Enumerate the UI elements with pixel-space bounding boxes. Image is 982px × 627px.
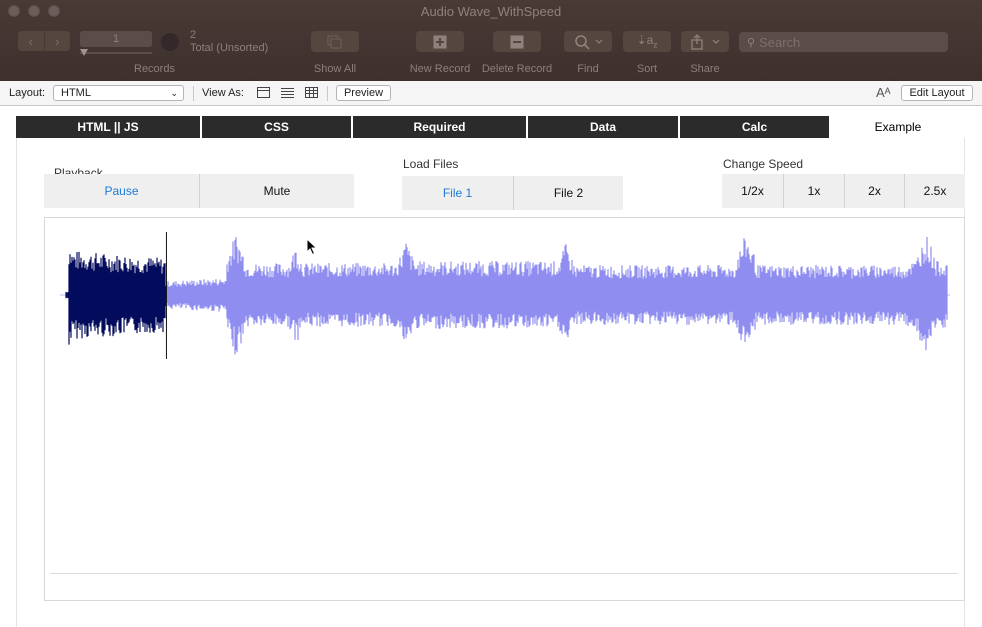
tab-data[interactable]: Data (528, 116, 680, 138)
record-slider-track[interactable] (80, 52, 152, 54)
search-icon: ⚲ (747, 36, 756, 49)
mute-button[interactable]: Mute (200, 174, 354, 208)
divider (50, 573, 958, 574)
show-all-label: Show All (313, 63, 357, 75)
load-files-controls: File 1 File 2 (402, 176, 623, 210)
find-button[interactable] (564, 31, 612, 52)
layout-bar: Layout: HTML ⌄ View As: Preview Aᴬ Edit … (0, 81, 982, 106)
speed-half-button[interactable]: 1/2x (722, 174, 784, 208)
minus-square-icon (510, 35, 524, 48)
window-toolbar: Audio Wave_WithSpeed ‹ › 1 2 Total (Unso… (0, 0, 982, 81)
waveform-unplayed-region (166, 237, 948, 355)
change-speed-controls: 1/2x 1x 2x 2.5x (722, 174, 965, 208)
record-slider-knob[interactable] (80, 49, 88, 56)
speed-2x-button[interactable]: 2x (845, 174, 905, 208)
record-navigation: ‹ › (18, 31, 70, 51)
delete-record-label: Delete Record (481, 63, 553, 75)
found-count: 2 (190, 29, 197, 41)
waveform[interactable] (45, 218, 964, 600)
plus-square-icon (433, 35, 447, 48)
pause-button[interactable]: Pause (44, 174, 200, 208)
view-as-table-icon[interactable] (305, 87, 318, 98)
next-record-button[interactable]: › (43, 31, 71, 51)
file-1-button[interactable]: File 1 (402, 176, 514, 210)
window-title: Audio Wave_WithSpeed (420, 4, 562, 19)
layout-label: Layout: (9, 87, 46, 99)
edit-layout-button[interactable]: Edit Layout (901, 85, 973, 101)
found-set-pie-icon (161, 33, 179, 51)
share-label: Share (690, 63, 720, 75)
tab-html-js[interactable]: HTML || JS (16, 116, 202, 138)
speed-2-5x-button[interactable]: 2.5x (905, 174, 965, 208)
tab-required[interactable]: Required (353, 116, 528, 138)
search-input[interactable]: ⚲ Search (739, 32, 948, 52)
waveform-container[interactable] (44, 217, 965, 601)
show-all-icon (327, 35, 342, 48)
new-record-label: New Record (409, 63, 471, 75)
tab-css[interactable]: CSS (202, 116, 353, 138)
text-formatting-icon[interactable]: Aᴬ (876, 85, 891, 100)
file-2-button[interactable]: File 2 (514, 176, 623, 210)
chevron-right-icon: › (55, 33, 60, 49)
divider (327, 86, 328, 101)
load-files-label: Load Files (403, 157, 459, 171)
search-placeholder: Search (759, 34, 801, 50)
total-unsorted-text: Total (Unsorted) (190, 42, 269, 54)
tab-calc[interactable]: Calc (680, 116, 831, 138)
magnifier-icon (575, 34, 603, 50)
tab-bar: HTML || JS CSS Required Data Calc Exampl… (16, 116, 965, 138)
view-as-label: View As: (202, 87, 244, 99)
view-as-list-icon[interactable] (281, 87, 294, 98)
layout-select[interactable]: HTML ⌄ (53, 85, 184, 101)
records-label: Records (134, 63, 175, 75)
preview-button[interactable]: Preview (336, 85, 391, 101)
share-icon (691, 33, 720, 50)
chevron-down-icon: ⌄ (170, 88, 178, 98)
previous-record-button[interactable]: ‹ (18, 31, 44, 51)
speed-1x-button[interactable]: 1x (784, 174, 845, 208)
tab-example[interactable]: Example (831, 116, 965, 138)
current-record-field[interactable]: 1 (80, 31, 152, 47)
mouse-cursor-icon (306, 238, 318, 256)
new-record-button[interactable] (416, 31, 464, 52)
sort-label: Sort (636, 63, 658, 75)
find-label: Find (577, 63, 599, 75)
layout-select-value: HTML (61, 87, 91, 99)
sort-button[interactable]: ⇣az (623, 31, 671, 52)
playback-controls: Pause Mute (44, 174, 354, 208)
share-button[interactable] (681, 31, 729, 52)
view-as-form-icon[interactable] (257, 87, 270, 98)
sort-icon: ⇣az (636, 33, 658, 50)
show-all-button[interactable] (311, 31, 359, 52)
chevron-left-icon: ‹ (28, 33, 33, 49)
change-speed-label: Change Speed (723, 157, 804, 171)
waveform-played-region (65, 251, 167, 345)
delete-record-button[interactable] (493, 31, 541, 52)
divider (193, 86, 194, 101)
